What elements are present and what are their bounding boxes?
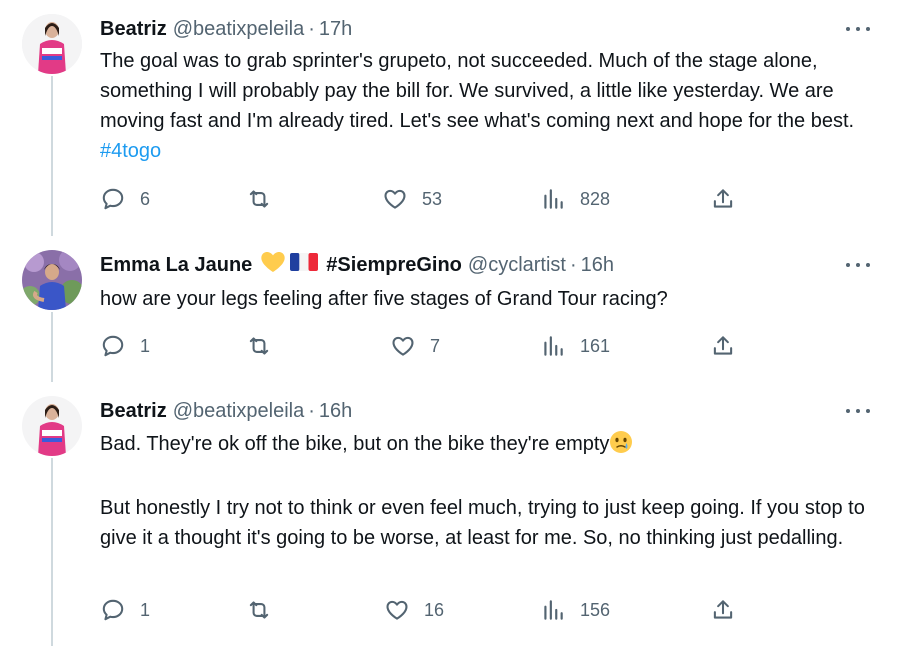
display-name[interactable]: Beatriz: [100, 18, 167, 41]
handle[interactable]: @beatixpeleila: [173, 400, 305, 423]
tweet-body: how are your legs feeling after five sta…: [100, 288, 668, 310]
avatar[interactable]: [22, 14, 82, 74]
handle[interactable]: @beatixpeleila: [173, 18, 305, 41]
reply-icon: [102, 335, 124, 357]
tweet-1[interactable]: Beatriz @beatixpeleila · 17h The goal wa…: [0, 0, 916, 236]
tweet-text: The goal was to grab sprinter's grupeto,…: [100, 46, 870, 166]
heart-icon: [386, 600, 408, 620]
thread-line: [51, 312, 53, 382]
retweet-icon: [249, 190, 269, 208]
more-options-icon[interactable]: [846, 253, 870, 277]
views-button[interactable]: 156: [540, 595, 610, 625]
france-flag-icon: [290, 252, 319, 278]
tweet-body-paragraph-2: But honestly I try not to think or even …: [100, 497, 865, 549]
reply-count: 6: [140, 188, 151, 209]
reply-count: 1: [140, 599, 151, 620]
tweet-actions: 6 53 828: [100, 184, 740, 214]
separator: ·: [308, 399, 315, 422]
reply-button[interactable]: 1: [100, 595, 150, 625]
share-icon: [713, 336, 733, 355]
display-name-hashtag[interactable]: #SiempreGino: [326, 254, 462, 277]
retweet-button[interactable]: [246, 184, 286, 214]
retweet-icon: [249, 601, 269, 619]
tweet-header: Beatriz @beatixpeleila · 17h: [100, 17, 352, 41]
like-count: 7: [430, 335, 441, 356]
display-name[interactable]: Beatriz: [100, 400, 167, 423]
like-count: 53: [422, 188, 443, 209]
tweet-header: Emma La Jaune #SiempreGino @cyclartist ·…: [100, 250, 614, 280]
more-options-icon[interactable]: [846, 17, 870, 41]
like-button[interactable]: 7: [390, 331, 440, 361]
share-button[interactable]: [710, 331, 750, 361]
tweet-text: Bad. They're ok off the bike, but on the…: [100, 429, 870, 553]
share-icon: [713, 600, 733, 619]
retweet-button[interactable]: [246, 331, 286, 361]
reply-icon: [102, 188, 124, 210]
tweet-2[interactable]: Emma La Jaune #SiempreGino @cyclartist ·…: [0, 236, 916, 382]
timestamp[interactable]: 16h: [581, 254, 614, 277]
handle[interactable]: @cyclartist: [468, 254, 566, 277]
reply-button[interactable]: 6: [100, 184, 150, 214]
analytics-icon: [544, 336, 563, 356]
reply-icon: [102, 599, 124, 621]
like-button[interactable]: 16: [384, 595, 444, 625]
retweet-icon: [249, 337, 269, 355]
analytics-icon: [544, 189, 563, 209]
view-count: 161: [580, 335, 611, 356]
tweet-header: Beatriz @beatixpeleila · 16h: [100, 399, 352, 423]
face-holding-back-tears-icon: [609, 430, 633, 463]
thread-line: [51, 458, 53, 646]
share-icon: [713, 189, 733, 208]
timestamp[interactable]: 17h: [319, 18, 352, 41]
share-button[interactable]: [710, 595, 750, 625]
timestamp[interactable]: 16h: [319, 400, 352, 423]
thread-line: [51, 76, 53, 236]
tweet-actions: 1 7 161: [100, 331, 740, 361]
heart-icon: [384, 189, 406, 209]
like-count: 16: [424, 599, 445, 620]
view-count: 156: [580, 599, 611, 620]
view-count: 828: [580, 188, 611, 209]
yellow-heart-icon: [260, 250, 286, 280]
tweet-text: how are your legs feeling after five sta…: [100, 284, 870, 314]
retweet-button[interactable]: [246, 595, 286, 625]
like-button[interactable]: 53: [382, 184, 442, 214]
separator: ·: [308, 17, 315, 40]
reply-button[interactable]: 1: [100, 331, 150, 361]
share-button[interactable]: [710, 184, 750, 214]
more-options-icon[interactable]: [846, 399, 870, 423]
views-button[interactable]: 828: [540, 184, 610, 214]
tweet-actions: 1 16 156: [100, 595, 740, 625]
reply-count: 1: [140, 335, 151, 356]
hashtag-link[interactable]: #4togo: [100, 140, 161, 162]
tweet-body-line-1: Bad. They're ok off the bike, but on the…: [100, 433, 610, 455]
avatar[interactable]: [22, 250, 82, 310]
views-button[interactable]: 161: [540, 331, 610, 361]
heart-icon: [392, 336, 414, 356]
separator: ·: [570, 253, 577, 276]
tweet-body: The goal was to grab sprinter's grupeto,…: [100, 50, 855, 132]
display-name[interactable]: Emma La Jaune: [100, 254, 252, 277]
avatar[interactable]: [22, 396, 82, 456]
analytics-icon: [544, 600, 563, 620]
tweet-3[interactable]: Beatriz @beatixpeleila · 16h Bad. They'r…: [0, 382, 916, 646]
